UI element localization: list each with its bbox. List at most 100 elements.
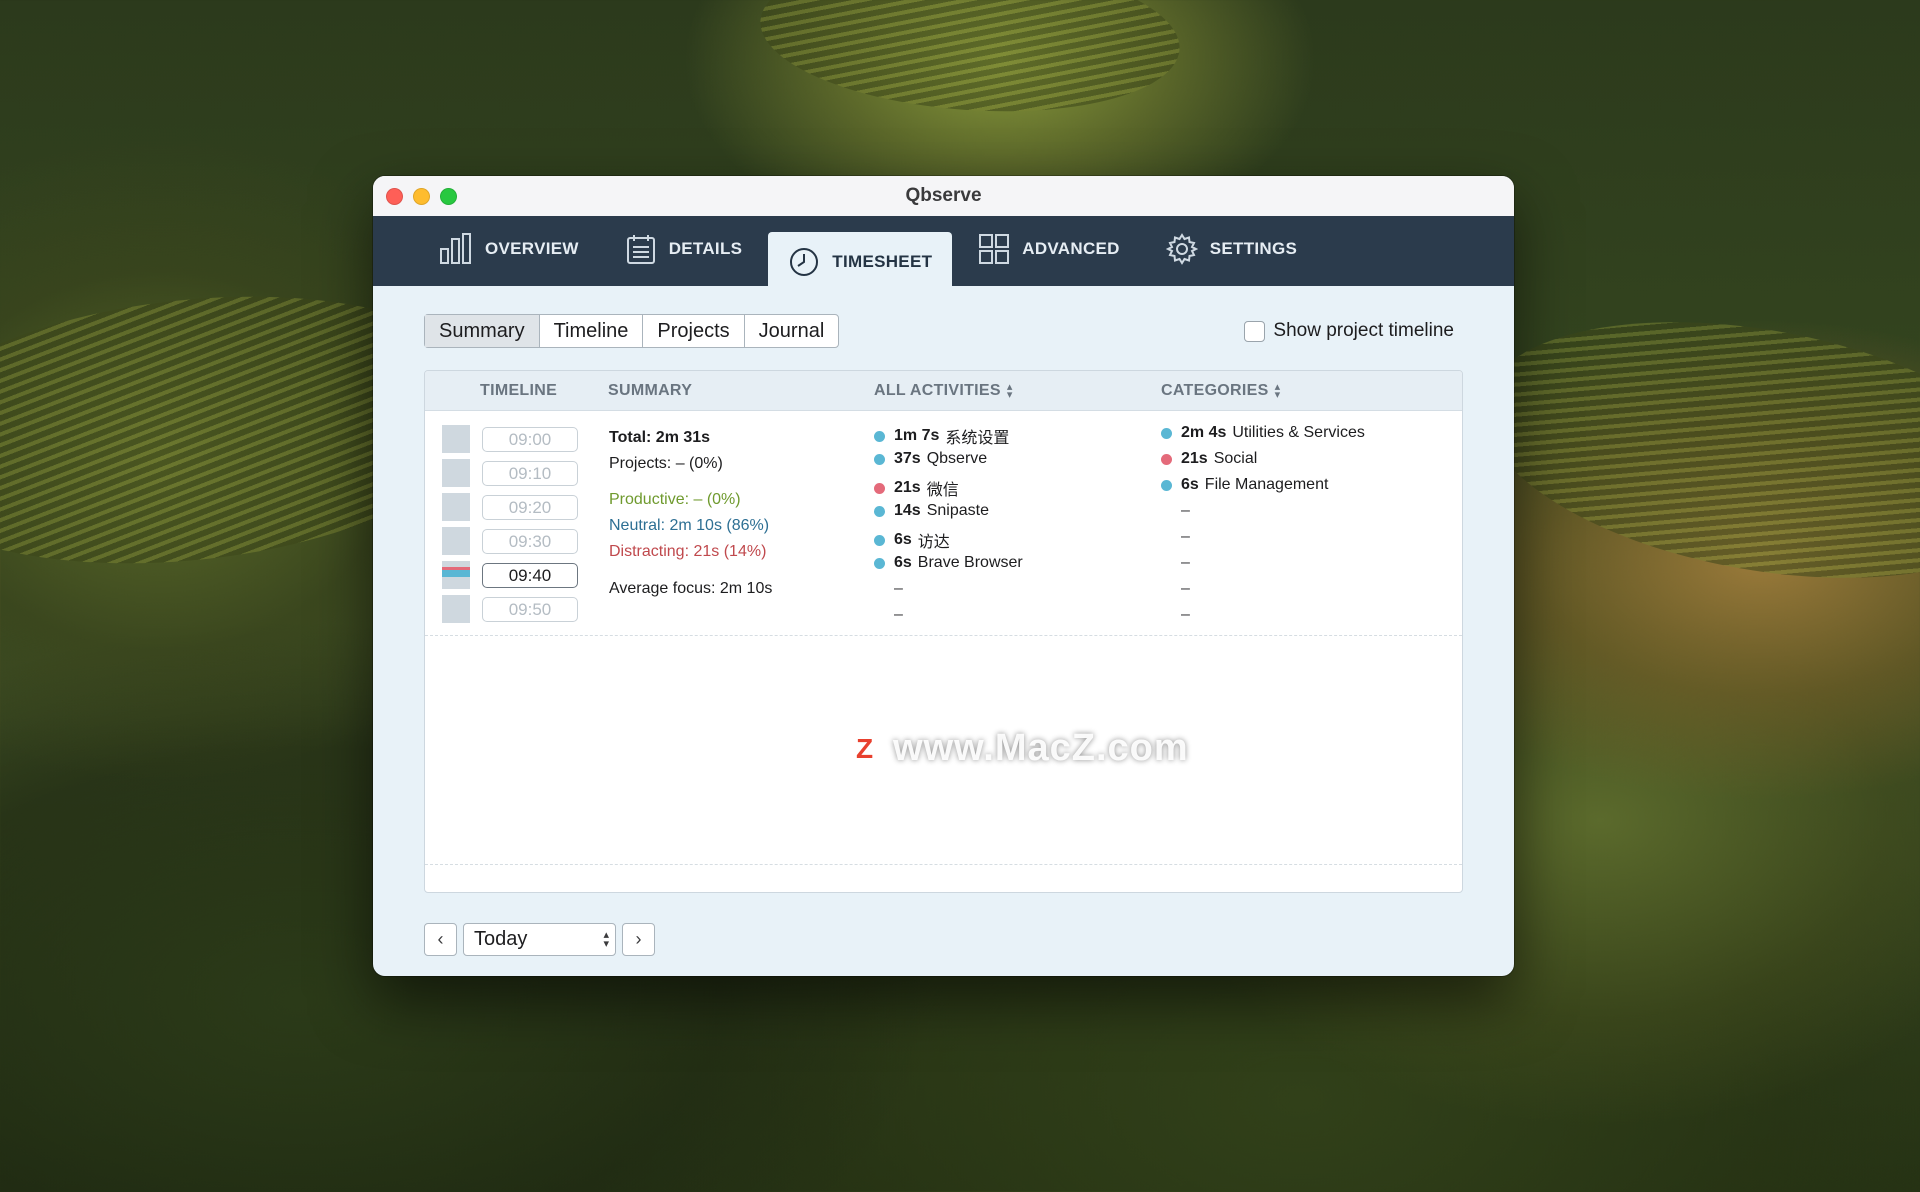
summary-average-focus: Average focus: 2m 10s — [609, 580, 773, 597]
project-timeline-checkbox[interactable] — [1244, 320, 1266, 342]
sort-icon: ▴ ▾ — [1006, 381, 1013, 401]
activity-name: Qbserve — [926, 450, 988, 467]
empty-marker: – — [1181, 528, 1190, 545]
view-timeline[interactable]: Timeline — [540, 315, 644, 347]
category-name: Social — [1213, 450, 1258, 467]
activity-duration: 14s — [894, 502, 921, 519]
main-nav: OVERVIEW DETAILS TIMESHEET ADVANCED SETT… — [373, 216, 1514, 286]
category-duration: 21s — [1181, 450, 1208, 467]
app-window: Qbserve OVERVIEW DETAILS TIMESHEET ADVAN… — [373, 176, 1514, 976]
category-dot — [1161, 479, 1172, 491]
header-categories[interactable]: CATEGORIES ▴ ▾ — [1161, 381, 1281, 401]
header-label: ALL ACTIVITIES — [874, 382, 1001, 399]
bar-chart-icon — [439, 233, 473, 265]
close-window-button[interactable] — [386, 188, 403, 205]
summary-neutral: Neutral: 2m 10s (86%) — [609, 517, 770, 534]
watermark-logo: Z — [845, 728, 885, 769]
empty-marker: – — [1181, 580, 1190, 597]
gear-icon — [1165, 233, 1198, 265]
category-item[interactable]: 6s File Management — [1161, 476, 1328, 494]
checkbox-label: Show project timeline — [1273, 320, 1454, 341]
date-navigation: ‹ Today ▴ ▾ › — [424, 923, 655, 956]
header-timeline: TIMELINE — [480, 382, 557, 400]
minimize-window-button[interactable] — [413, 188, 430, 205]
timeline-block-active[interactable] — [442, 561, 470, 589]
activity-duration: 21s — [894, 479, 921, 496]
activity-item[interactable]: 6s Brave Browser — [874, 554, 1023, 572]
category-duration: 2m 4s — [1181, 424, 1227, 441]
time-slot[interactable]: 09:10 — [482, 461, 578, 486]
activity-name: Snipaste — [926, 502, 989, 519]
category-dot — [1161, 427, 1172, 439]
view-summary[interactable]: Summary — [425, 315, 540, 347]
time-slot-active[interactable]: 09:40 — [482, 563, 578, 588]
category-dot — [874, 505, 885, 517]
tab-advanced[interactable]: ADVANCED — [958, 222, 1139, 276]
empty-marker: – — [1181, 606, 1190, 623]
header-label: TIMELINE — [480, 382, 558, 399]
summary-productive: Productive: – (0%) — [609, 491, 741, 508]
grid-icon — [978, 233, 1010, 265]
category-name: Utilities & Services — [1232, 424, 1365, 441]
table-header: TIMELINE SUMMARY ALL ACTIVITIES ▴ ▾ CATEG… — [425, 371, 1462, 411]
activity-item[interactable]: 21s 微信 — [874, 476, 959, 500]
tab-label: DETAILS — [668, 239, 743, 258]
empty-marker: – — [1181, 554, 1190, 571]
header-summary: SUMMARY — [608, 382, 692, 400]
activity-item[interactable]: 14s Snipaste — [874, 502, 989, 520]
background-hill — [1463, 283, 1920, 617]
background-hill — [755, 0, 1185, 125]
time-slot[interactable]: 09:20 — [482, 495, 578, 520]
empty-marker: – — [1181, 502, 1190, 519]
view-journal[interactable]: Journal — [745, 315, 839, 347]
activity-name: 微信 — [926, 482, 959, 499]
watermark: Z www.MacZ.com — [845, 727, 1189, 770]
table-footer-divider — [425, 864, 1462, 865]
date-select-value: Today — [474, 928, 528, 950]
header-label: CATEGORIES — [1161, 382, 1269, 399]
activity-name: 访达 — [917, 534, 950, 551]
window-controls — [386, 188, 457, 205]
tab-details[interactable]: DETAILS — [605, 222, 763, 276]
activity-item[interactable]: 6s 访达 — [874, 528, 950, 552]
activity-item[interactable]: 37s Qbserve — [874, 450, 987, 468]
category-item[interactable]: 2m 4s Utilities & Services — [1161, 424, 1365, 442]
timesheet-table: TIMELINE SUMMARY ALL ACTIVITIES ▴ ▾ CATEG… — [424, 370, 1463, 893]
chevron-right-icon: › — [635, 929, 642, 949]
timesheet-content: Summary Timeline Projects Journal Show p… — [373, 286, 1514, 976]
tab-timesheet[interactable]: TIMESHEET — [768, 232, 953, 286]
timeline-block[interactable] — [442, 595, 470, 623]
category-duration: 6s — [1181, 476, 1199, 493]
activity-duration: 1m 7s — [894, 427, 940, 444]
activity-item[interactable]: 1m 7s 系统设置 — [874, 424, 1009, 448]
zoom-window-button[interactable] — [440, 188, 457, 205]
summary-projects: Projects: – (0%) — [609, 455, 723, 472]
view-projects[interactable]: Projects — [643, 315, 745, 347]
timeline-block[interactable] — [442, 493, 470, 521]
previous-day-button[interactable]: ‹ — [424, 923, 457, 956]
show-project-timeline[interactable]: Show project timeline — [1244, 320, 1454, 342]
category-item[interactable]: 21s Social — [1161, 450, 1257, 468]
sort-icon: ▴ ▾ — [1274, 381, 1281, 401]
tab-settings[interactable]: SETTINGS — [1146, 222, 1317, 276]
activity-name: Brave Browser — [917, 554, 1023, 571]
category-dot — [1161, 453, 1172, 465]
timeline-block[interactable] — [442, 425, 470, 453]
time-slot[interactable]: 09:30 — [482, 529, 578, 554]
date-select[interactable]: Today ▴ ▾ — [463, 923, 616, 956]
tab-label: OVERVIEW — [485, 239, 579, 258]
next-day-button[interactable]: › — [622, 923, 655, 956]
time-slot[interactable]: 09:50 — [482, 597, 578, 622]
category-name: File Management — [1204, 476, 1329, 493]
empty-marker: – — [894, 580, 903, 597]
tab-label: TIMESHEET — [832, 252, 933, 271]
timeline-block[interactable] — [442, 527, 470, 555]
time-slot[interactable]: 09:00 — [482, 427, 578, 452]
header-all-activities[interactable]: ALL ACTIVITIES ▴ ▾ — [874, 381, 1013, 401]
activity-duration: 6s — [894, 531, 912, 548]
timeline-block[interactable] — [442, 459, 470, 487]
category-dot — [874, 453, 885, 465]
tab-overview[interactable]: OVERVIEW — [419, 222, 599, 276]
category-dot — [874, 534, 885, 546]
category-dot — [874, 482, 885, 494]
